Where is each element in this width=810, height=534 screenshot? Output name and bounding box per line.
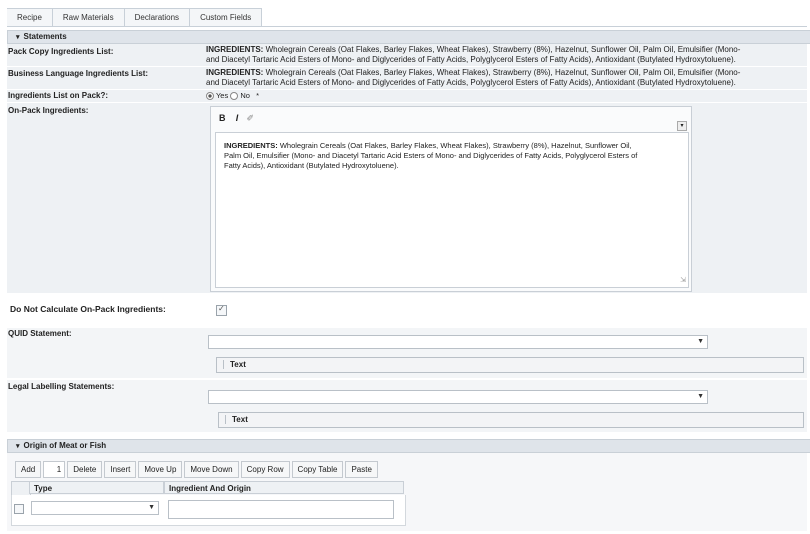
required-marker: * xyxy=(256,91,259,100)
legal-text-label: Text xyxy=(225,415,248,424)
business-language-value: INGREDIENTS: Wholegrain Cereals (Oat Fla… xyxy=(206,68,806,88)
legal-text-header: Text xyxy=(218,412,804,428)
quid-text-header: Text xyxy=(216,357,804,373)
origin-section-title: Origin of Meat or Fish xyxy=(23,441,107,450)
yes-label: Yes xyxy=(215,91,229,100)
chevron-down-icon: ▼ xyxy=(697,338,704,345)
legal-label: Legal Labelling Statements: xyxy=(8,382,115,391)
editor-menu-icon[interactable]: ▾ xyxy=(677,121,687,131)
pack-copy-line2: and Diacetyl Tartaric Acid Esters of Mon… xyxy=(206,55,736,64)
origin-section-header[interactable]: ▾ Origin of Meat or Fish xyxy=(7,439,810,453)
grid-select-column xyxy=(11,481,31,496)
on-pack-label: On-Pack Ingredients: xyxy=(8,106,89,115)
statements-section-title: Statements xyxy=(23,32,67,41)
add-button[interactable]: Add xyxy=(15,461,42,478)
bold-button[interactable]: B xyxy=(219,113,226,123)
ingredients-on-pack-radios: Yes No * xyxy=(206,91,259,101)
quid-label: QUID Statement: xyxy=(8,329,72,338)
ingredients-on-pack-row xyxy=(7,90,807,102)
chevron-down-icon: ▼ xyxy=(148,504,155,511)
ingredients-on-pack-label: Ingredients List on Pack?: xyxy=(8,91,109,100)
clear-format-icon[interactable]: ✐ xyxy=(246,113,254,123)
check-icon: ✓ xyxy=(218,304,225,313)
insert-button[interactable]: Insert xyxy=(104,461,137,478)
business-language-line1: Wholegrain Cereals (Oat Flakes, Barley F… xyxy=(263,68,741,77)
no-radio[interactable] xyxy=(230,92,239,101)
resize-handle-icon[interactable]: ⇲ xyxy=(680,276,686,286)
pack-copy-prefix: INGREDIENTS: xyxy=(206,45,264,54)
delete-button[interactable]: Delete xyxy=(67,461,103,478)
collapse-icon[interactable]: ▾ xyxy=(16,443,20,450)
ingredient-origin-input[interactable] xyxy=(168,500,394,519)
statements-section-header[interactable]: ▾ Statements xyxy=(7,30,810,44)
yes-radio[interactable] xyxy=(206,92,214,101)
tab-declarations[interactable]: Declarations xyxy=(123,8,191,26)
on-pack-line3: Fatty Acids), Antioxidant (Butylated Hyd… xyxy=(224,161,399,170)
no-label: No xyxy=(240,91,250,100)
move-up-button[interactable]: Move Up xyxy=(138,461,183,478)
italic-button[interactable]: I xyxy=(236,113,239,123)
editor-toolbar: B I ✐ xyxy=(219,113,254,124)
quid-text-label: Text xyxy=(223,360,246,369)
business-language-label: Business Language Ingredients List: xyxy=(8,69,149,78)
chevron-down-icon: ▼ xyxy=(697,393,704,400)
pack-copy-value: INGREDIENTS: Wholegrain Cereals (Oat Fla… xyxy=(206,45,806,65)
business-language-prefix: INGREDIENTS: xyxy=(206,68,264,77)
origin-toolbar: Add 1 Delete Insert Move Up Move Down Copy Row… xyxy=(15,461,380,478)
do-not-calculate-checkbox[interactable]: ✓ xyxy=(216,304,227,318)
do-not-calculate-label: Do Not Calculate On-Pack Ingredients: xyxy=(10,304,166,314)
paste-button[interactable]: Paste xyxy=(345,461,378,478)
add-count-input[interactable]: 1 xyxy=(43,461,66,478)
on-pack-line1: Wholegrain Cereals (Oat Flakes, Barley F… xyxy=(277,141,632,150)
legal-select[interactable]: ▼ xyxy=(208,390,708,404)
row-checkbox[interactable] xyxy=(14,504,24,514)
pack-copy-line1: Wholegrain Cereals (Oat Flakes, Barley F… xyxy=(263,45,741,54)
tab-bar: Recipe Raw Materials Declarations Custom Fi… xyxy=(7,8,807,27)
tab-raw-materials[interactable]: Raw Materials xyxy=(51,8,125,26)
copy-table-button[interactable]: Copy Table xyxy=(291,461,344,478)
copy-row-button[interactable]: Copy Row xyxy=(240,461,290,478)
business-language-line2: and Diacetyl Tartaric Acid Esters of Mon… xyxy=(206,78,736,87)
pack-copy-label: Pack Copy Ingredients List: xyxy=(8,47,114,56)
tab-recipe[interactable]: Recipe xyxy=(7,8,53,26)
collapse-icon[interactable]: ▾ xyxy=(16,34,20,41)
type-select[interactable]: ▼ xyxy=(31,501,159,515)
column-ingredient-origin[interactable]: Ingredient And Origin xyxy=(164,481,404,494)
quid-select[interactable]: ▼ xyxy=(208,335,708,349)
tab-custom-fields[interactable]: Custom Fields xyxy=(189,8,263,26)
on-pack-prefix: INGREDIENTS: xyxy=(224,141,278,150)
on-pack-line2: Palm Oil, Emulsifier (Mono- and Diacetyl… xyxy=(224,151,638,160)
column-type[interactable]: Type xyxy=(29,481,164,494)
on-pack-textarea[interactable]: INGREDIENTS: Wholegrain Cereals (Oat Fla… xyxy=(215,132,689,288)
move-down-button[interactable]: Move Down xyxy=(184,461,239,478)
on-pack-editor: B I ✐ ▾ INGREDIENTS: Wholegrain Cereals … xyxy=(210,106,692,292)
